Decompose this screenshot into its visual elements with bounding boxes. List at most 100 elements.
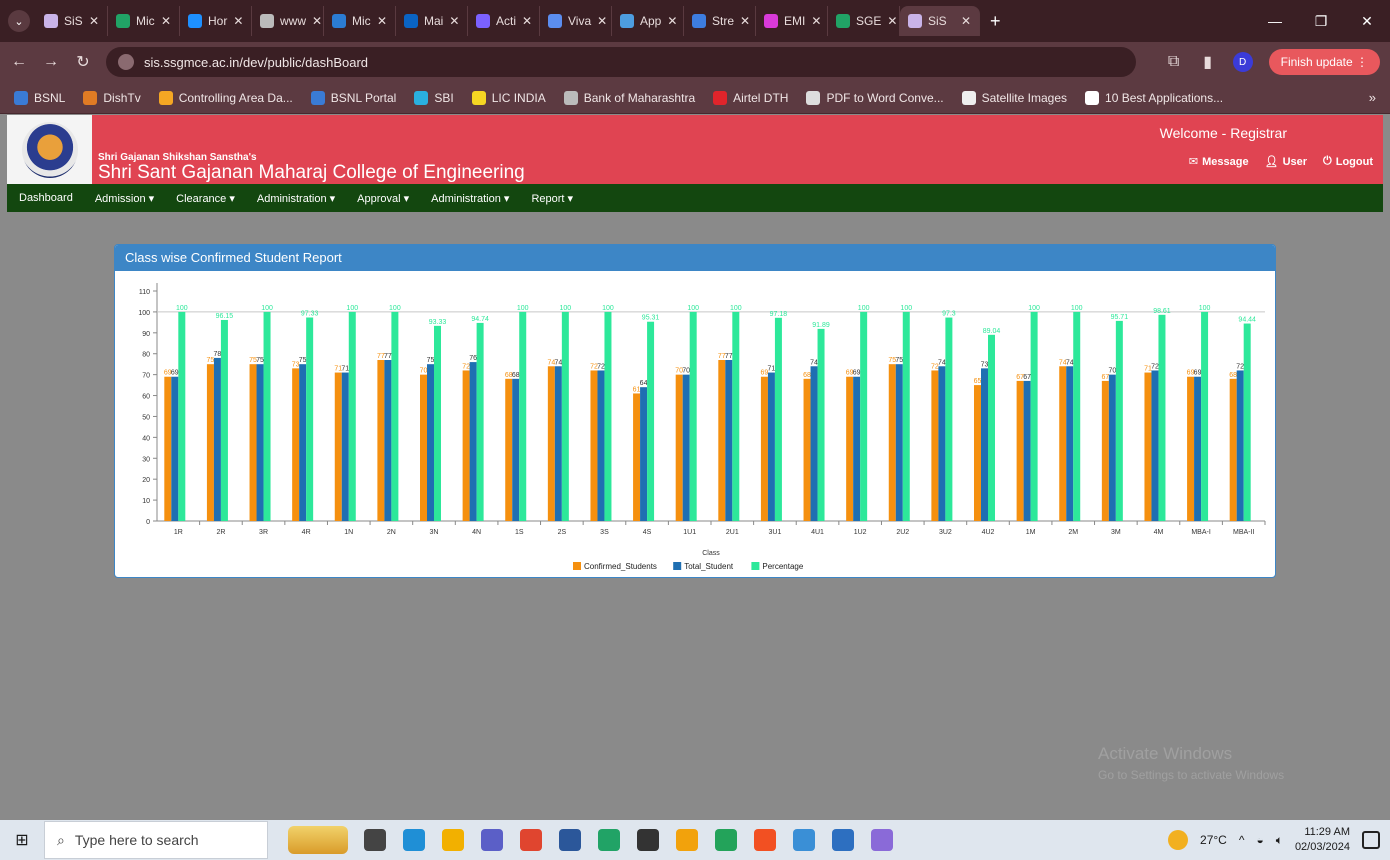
nav-item-administration[interactable]: Administration ▾ [431,192,509,205]
taskbar-search[interactable]: ⌕ Type here to search [44,821,268,859]
taskbar-app-icon[interactable] [754,829,776,851]
weather-temp[interactable]: 27°C [1200,833,1227,847]
search-highlight-image[interactable] [288,826,348,854]
nav-item-administration[interactable]: Administration ▾ [257,192,335,205]
browser-tab[interactable]: SiS ✕ [36,6,108,36]
bar-percentage [647,321,655,521]
tab-close-icon[interactable]: ✕ [887,14,897,28]
taskbar-app-icon[interactable] [676,829,698,851]
nav-item-report[interactable]: Report ▾ [531,192,573,205]
bookmark-item[interactable]: LIC INDIA [471,90,546,105]
browser-tab[interactable]: Acti ✕ [468,6,540,36]
data-label: 95.31 [642,315,660,322]
bar-percentage [1201,311,1209,521]
clock[interactable]: 11:29 AM 02/03/2024 [1295,825,1350,855]
browser-tab[interactable]: App ✕ [612,6,684,36]
profile-avatar[interactable]: D [1232,52,1253,72]
bookmark-item[interactable]: Controlling Area Da... [158,90,293,105]
taskbar-app-icon[interactable] [637,829,659,851]
nav-item-clearance[interactable]: Clearance ▾ [176,192,235,205]
tray-network-icon[interactable]: ◒ [1256,833,1263,847]
tab-close-icon[interactable]: ✕ [961,14,971,28]
browser-tab[interactable]: Mai ✕ [396,6,468,36]
browser-tab[interactable]: Mic ✕ [324,6,396,36]
bookmark-item[interactable]: DishTv [83,90,141,105]
taskbar-app-icon[interactable] [793,829,815,851]
taskbar-app-icon[interactable] [520,829,542,851]
bar-confirmed_students [1016,380,1024,521]
bookmark-item[interactable]: PDF to Word Conve... [806,90,944,105]
bookmark-item[interactable]: BSNL Portal [310,90,396,105]
tab-close-icon[interactable]: ✕ [377,14,387,28]
tab-close-icon[interactable]: ✕ [233,14,243,28]
finish-update-button[interactable]: Finish update ⋮ [1268,49,1380,75]
bookmark-item[interactable]: Airtel DTH [713,90,788,105]
tab-search-button[interactable]: ⌄ [8,10,30,32]
forward-icon[interactable]: → [42,53,60,71]
logout-link[interactable]: ⏻ Logout [1323,155,1373,168]
nav-item-dashboard[interactable]: Dashboard [19,192,73,204]
browser-tab[interactable]: SiS ✕ [900,6,980,36]
browser-tab[interactable]: EMI ✕ [756,6,828,36]
taskbar-app-icon[interactable] [364,829,386,851]
user-link[interactable]: 👤︎ User [1265,155,1307,169]
tab-close-icon[interactable]: ✕ [597,14,607,28]
bar-percentage [220,319,228,521]
tray-volume-icon[interactable]: 🔈︎ [1276,833,1283,848]
data-label: 100 [346,305,358,312]
bookmark-label: Controlling Area Da... [178,90,293,105]
tab-close-icon[interactable]: ✕ [667,14,677,28]
taskbar-app-icon[interactable] [832,829,854,851]
taskbar-app-icon[interactable] [559,829,581,851]
tab-close-icon[interactable]: ✕ [89,14,99,28]
y-tick-label: 90 [142,331,150,338]
site-info-icon[interactable] [118,54,134,70]
notification-icon[interactable] [1362,831,1380,849]
bar-confirmed_students [846,376,854,521]
taskbar-app-icon[interactable] [871,829,893,851]
bookmark-item[interactable]: 10 Best Applications... [1085,90,1223,105]
tab-close-icon[interactable]: ✕ [312,14,322,28]
bookmark-item[interactable]: BSNL [14,90,65,105]
tab-list: SiS ✕ Mic ✕ Hor ✕ www ✕ Mic ✕ Mai ✕ Acti ✕ Viva ✕ App ✕ St… [36,6,980,36]
taskbar-app-icon[interactable] [442,829,464,851]
minimize-icon[interactable]: — [1252,13,1298,29]
browser-tab[interactable]: Stre ✕ [684,6,756,36]
tab-close-icon[interactable]: ✕ [161,14,171,28]
data-label: 75 [207,357,215,364]
side-panel-icon[interactable]: ▮ [1199,52,1217,72]
browser-tab[interactable]: Viva ✕ [540,6,612,36]
reload-icon[interactable]: ↻ [74,52,92,72]
browser-tab[interactable]: Hor ✕ [180,6,252,36]
taskbar-app-icon[interactable] [403,829,425,851]
nav-item-approval[interactable]: Approval ▾ [357,192,409,205]
extensions-icon[interactable]: ⧉ [1165,53,1183,71]
bar-total_student [767,372,775,521]
taskbar-app-icon[interactable] [481,829,503,851]
y-tick-label: 110 [139,289,150,296]
bookmark-item[interactable]: SBI [414,90,454,105]
tab-close-icon[interactable]: ✕ [449,14,459,28]
tray-overflow-icon[interactable]: ^ [1239,833,1245,847]
message-link[interactable]: ✉ Message [1189,155,1249,169]
weather-icon[interactable] [1168,830,1189,850]
browser-tab[interactable]: SGE ✕ [828,6,900,36]
bookmarks-overflow-icon[interactable]: » [1369,90,1376,105]
url-input[interactable]: sis.ssgmce.ac.in/dev/public/dashBoard [106,47,1136,77]
browser-tab[interactable]: www ✕ [252,6,324,36]
windows-start-icon[interactable]: ⊞ [0,830,44,850]
restore-icon[interactable]: ❐ [1298,13,1344,30]
tab-close-icon[interactable]: ✕ [740,14,750,28]
browser-tab[interactable]: Mic ✕ [108,6,180,36]
bookmark-item[interactable]: Bank of Maharashtra [563,90,695,105]
bar-total_student [682,374,690,521]
taskbar-app-icon[interactable] [598,829,620,851]
bookmark-item[interactable]: Satellite Images [961,90,1067,105]
nav-item-admission[interactable]: Admission ▾ [95,192,154,205]
close-window-icon[interactable]: ✕ [1344,13,1390,30]
tab-close-icon[interactable]: ✕ [811,14,821,28]
new-tab-button[interactable]: + [990,11,1001,32]
tab-close-icon[interactable]: ✕ [522,14,532,28]
back-icon[interactable]: ← [10,53,28,71]
taskbar-app-icon[interactable] [715,829,737,851]
